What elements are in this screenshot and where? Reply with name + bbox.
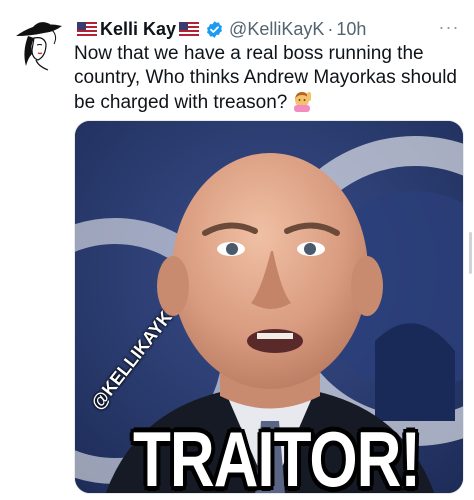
tweet-text: Now that we have a real boss running the…	[74, 42, 460, 115]
avatar[interactable]	[8, 14, 68, 74]
separator-dot: ·	[327, 18, 334, 39]
us-flag-icon	[77, 22, 97, 36]
tweet[interactable]: Kelli Kay @KelliKayK · 10h ··· Now that …	[0, 0, 474, 500]
tweet-body: Now that we have a real boss running the…	[74, 43, 457, 113]
image-caption: TRAITOR!	[133, 417, 421, 494]
scrollbar-thumb[interactable]	[469, 232, 472, 274]
tweet-image[interactable]: @KELLIKAYK TRAITOR!	[74, 120, 464, 494]
timestamp[interactable]: 10h	[336, 19, 366, 40]
raising-hand-emoji	[294, 92, 312, 112]
more-options-icon[interactable]: ···	[434, 16, 464, 38]
display-name[interactable]: Kelli Kay	[100, 19, 176, 40]
us-flag-icon	[179, 22, 200, 36]
handle[interactable]: @KelliKayK	[229, 19, 324, 40]
tweet-header: Kelli Kay @KelliKayK · 10h	[74, 16, 464, 42]
woman-in-hat-avatar-icon	[8, 14, 68, 74]
verified-badge-icon	[207, 20, 223, 38]
